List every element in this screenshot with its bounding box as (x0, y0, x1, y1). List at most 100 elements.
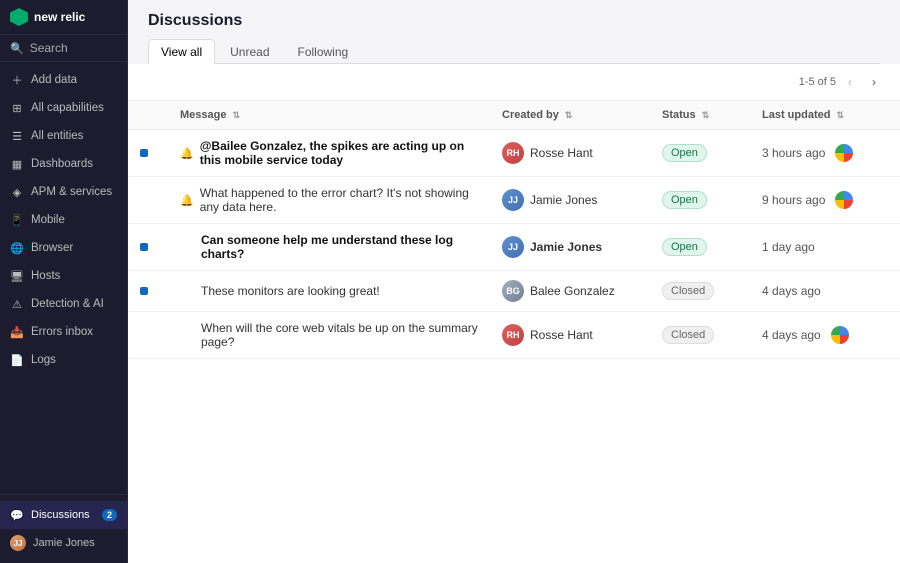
discussions-table: Message ⇅ Created by ⇅ Status ⇅ Last upd… (128, 101, 900, 359)
table-body: 🔔 @Bailee Gonzalez, the spikes are acting… (128, 130, 900, 359)
last-updated-cell: 4 days ago (750, 312, 900, 359)
tab-following[interactable]: Following (285, 39, 362, 64)
sidebar-item-logs[interactable]: 📄 Logs (0, 346, 127, 374)
creator-name: Jamie Jones (530, 193, 597, 207)
creator-avatar: JJ (502, 236, 524, 258)
table-row[interactable]: Can someone help me understand these log… (128, 224, 900, 271)
sidebar-bottom: 💬 Discussions 2 JJ Jamie Jones (0, 494, 127, 563)
table-row[interactable]: When will the core web vitals be up on t… (128, 312, 900, 359)
message-cell: 🔔What happened to the error chart? It's … (168, 177, 490, 224)
nav-label: Errors inbox (31, 326, 93, 338)
last-updated-cell: 9 hours ago (750, 177, 900, 224)
tab-unread[interactable]: Unread (217, 39, 282, 64)
last-updated-cell: 3 hours ago (750, 130, 900, 177)
row-indicator-cell (128, 130, 168, 177)
message-text: These monitors are looking great! (201, 284, 380, 298)
creator-name: Rosse Hant (530, 328, 593, 342)
status-badge: Open (662, 144, 707, 162)
nav-label: Hosts (31, 270, 60, 282)
creator-name: Rosse Hant (530, 146, 593, 160)
search-label: Search (30, 41, 68, 55)
collab-icon (833, 142, 855, 164)
nav-label: Mobile (31, 214, 65, 226)
discussions-label: Discussions (31, 509, 90, 521)
sort-icon-message: ⇅ (233, 110, 241, 121)
unread-indicator (140, 243, 148, 251)
sidebar-item-all-entities[interactable]: ☰ All entities (0, 122, 127, 150)
sidebar-item-mobile[interactable]: 📱 Mobile (0, 206, 127, 234)
time-text: 1 day ago (762, 240, 815, 254)
nav-label: All capabilities (31, 102, 104, 114)
message-text: Can someone help me understand these log… (201, 233, 478, 261)
tab-view-all[interactable]: View all (148, 39, 215, 64)
message-cell: These monitors are looking great! (168, 271, 490, 312)
sidebar-item-detection-ai[interactable]: ⚠ Detection & AI (0, 290, 127, 318)
discussions-icon: 💬 (10, 508, 24, 522)
status-badge: Open (662, 238, 707, 256)
inbox-icon: 📥 (10, 325, 24, 339)
no-indicator (140, 331, 148, 339)
time-text: 9 hours ago (762, 193, 825, 207)
sidebar-item-add-data[interactable]: ＋ Add data (0, 66, 127, 94)
row-indicator-cell (128, 312, 168, 359)
pagination-label: 1-5 of 5 (799, 76, 836, 88)
sidebar-item-apm-services[interactable]: ◈ APM & services (0, 178, 127, 206)
message-text: @Bailee Gonzalez, the spikes are acting … (200, 139, 478, 167)
message-text: What happened to the error chart? It's n… (200, 186, 478, 214)
time-text: 4 days ago (762, 284, 821, 298)
table-row[interactable]: These monitors are looking great!BGBalee… (128, 271, 900, 312)
next-page-button[interactable]: › (864, 72, 884, 92)
host-icon: 🖥 (10, 269, 24, 283)
status-badge: Open (662, 191, 707, 209)
unread-indicator (140, 287, 148, 295)
bell-icon: 🔔 (180, 147, 194, 160)
nav-label: APM & services (31, 186, 112, 198)
creator-avatar: RH (502, 142, 524, 164)
logo-icon (10, 8, 28, 26)
sidebar-item-errors-inbox[interactable]: 📥 Errors inbox (0, 318, 127, 346)
prev-page-button[interactable]: ‹ (840, 72, 860, 92)
col-createdby-header: Created by ⇅ (490, 101, 650, 130)
message-cell: Can someone help me understand these log… (168, 224, 490, 271)
sidebar-item-hosts[interactable]: 🖥 Hosts (0, 262, 127, 290)
main-content: Discussions View all Unread Following 1-… (128, 0, 900, 563)
row-indicator-cell (128, 224, 168, 271)
sort-icon-status: ⇅ (702, 110, 710, 121)
sidebar-item-all-capabilities[interactable]: ⊞ All capabilities (0, 94, 127, 122)
nav-label: Browser (31, 242, 73, 254)
creator-cell: RHRosse Hant (490, 312, 650, 359)
status-cell: Open (650, 224, 750, 271)
sidebar-item-browser[interactable]: 🌐 Browser (0, 234, 127, 262)
sort-icon-updated: ⇅ (837, 110, 845, 121)
sidebar-item-discussions[interactable]: 💬 Discussions 2 (0, 501, 127, 529)
message-cell: When will the core web vitals be up on t… (168, 312, 490, 359)
search-button[interactable]: 🔍 Search (0, 34, 127, 62)
sidebar-nav: ＋ Add data ⊞ All capabilities ☰ All enti… (0, 62, 127, 494)
ai-icon: ⚠ (10, 297, 24, 311)
sidebar-item-dashboards[interactable]: ▦ Dashboards (0, 150, 127, 178)
browser-icon: 🌐 (10, 241, 24, 255)
discussions-badge: 2 (102, 509, 117, 521)
dashboard-icon: ▦ (10, 157, 24, 171)
list-icon: ☰ (10, 129, 24, 143)
mobile-icon: 📱 (10, 213, 24, 227)
page-title: Discussions (148, 12, 880, 30)
plus-icon: ＋ (10, 73, 24, 87)
creator-name: Balee Gonzalez (530, 284, 615, 298)
row-indicator-cell (128, 271, 168, 312)
status-cell: Closed (650, 271, 750, 312)
status-cell: Closed (650, 312, 750, 359)
unread-indicator (140, 149, 148, 157)
sidebar-item-user[interactable]: JJ Jamie Jones (0, 529, 127, 557)
sort-icon-created: ⇅ (565, 110, 573, 121)
table-row[interactable]: 🔔What happened to the error chart? It's … (128, 177, 900, 224)
creator-cell: JJJamie Jones (490, 224, 650, 271)
table-area: 1-5 of 5 ‹ › Message ⇅ Created by ⇅ (128, 64, 900, 563)
status-badge: Closed (662, 326, 714, 344)
collab-icon (829, 324, 851, 346)
user-avatar: JJ (10, 535, 26, 551)
table-row[interactable]: 🔔 @Bailee Gonzalez, the spikes are acting… (128, 130, 900, 177)
row-indicator-cell (128, 177, 168, 224)
status-badge: Closed (662, 282, 714, 300)
main-header: Discussions View all Unread Following (128, 0, 900, 64)
